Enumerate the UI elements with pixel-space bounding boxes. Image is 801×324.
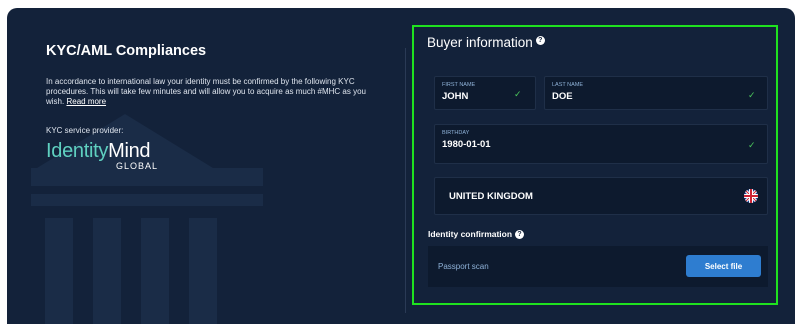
last-name-value: DOE (552, 91, 573, 102)
section-divider (405, 48, 406, 313)
identity-confirmation-text: Identity confirmation (428, 229, 513, 239)
first-name-label: FIRST NAME (442, 82, 476, 88)
birthday-label: BIRTHDAY (442, 130, 470, 136)
check-icon: ✓ (748, 140, 756, 150)
first-name-field[interactable]: FIRST NAME JOHN ✓ (434, 76, 536, 110)
passport-upload-row: Passport scan Select file (428, 246, 768, 287)
check-icon: ✓ (514, 89, 522, 99)
country-select[interactable]: UNITED KINGDOM (434, 177, 768, 215)
kyc-section: KYC/AML Compliances In accordance to int… (7, 8, 407, 324)
country-value: UNITED KINGDOM (449, 191, 533, 202)
kyc-title: KYC/AML Compliances (46, 43, 207, 59)
buyer-info-title-text: Buyer information (427, 35, 533, 50)
passport-scan-label: Passport scan (438, 262, 489, 271)
last-name-label: LAST NAME (552, 82, 584, 88)
buyer-info-title: Buyer information? (427, 35, 545, 50)
uk-flag-icon (744, 189, 758, 203)
first-name-value: JOHN (442, 91, 469, 102)
identity-confirmation-title: Identity confirmation? (428, 229, 525, 239)
logo-text-identity: Identity (46, 140, 109, 162)
question-circle-icon[interactable]: ? (515, 230, 525, 239)
logo-text-global: GLOBAL (116, 161, 159, 171)
birthday-field[interactable]: BIRTHDAY 1980-01-01 ✓ (434, 124, 768, 164)
read-more-link[interactable]: Read more (66, 97, 106, 106)
check-icon: ✓ (748, 90, 756, 100)
identitymind-logo: IdentityMind GLOBAL (46, 140, 157, 171)
logo-text-mind: Mind (108, 140, 151, 162)
kyc-description: In accordance to international law your … (46, 77, 366, 107)
kyc-provider-label: KYC service provider: (46, 126, 124, 135)
question-circle-icon[interactable]: ? (535, 36, 545, 45)
birthday-value: 1980-01-01 (442, 139, 491, 150)
select-file-button[interactable]: Select file (686, 255, 761, 277)
last-name-field[interactable]: LAST NAME DOE ✓ (544, 76, 768, 110)
